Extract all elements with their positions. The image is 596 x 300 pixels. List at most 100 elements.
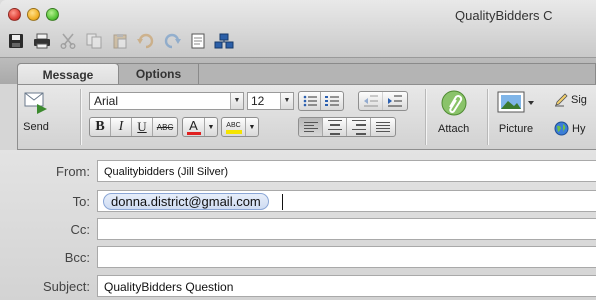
numbered-list-button[interactable] <box>321 92 343 110</box>
globe-icon <box>554 121 569 136</box>
bcc-row: Bcc: <box>0 246 596 270</box>
bcc-label: Bcc: <box>64 250 90 265</box>
from-value: Qualitybidders (Jill Silver) <box>104 166 229 178</box>
attach-button[interactable]: Attach <box>438 89 469 135</box>
print-icon[interactable] <box>32 30 52 52</box>
compose-window: QualityBidders C Message Options Send Ar… <box>0 0 596 300</box>
subject-value: QualityBidders Question <box>104 280 234 294</box>
decrease-indent-icon <box>363 95 378 107</box>
document-icon[interactable] <box>188 30 208 52</box>
network-icon[interactable] <box>214 30 234 52</box>
signature-icon <box>555 93 568 107</box>
quick-access-toolbar <box>6 30 234 52</box>
bullet-list-button[interactable] <box>299 92 321 110</box>
close-window-button[interactable] <box>8 8 21 21</box>
send-label: Send <box>23 121 49 133</box>
align-left-icon <box>303 120 318 134</box>
text-style-group: B I U ABC <box>89 117 178 137</box>
cc-field[interactable] <box>97 218 596 240</box>
font-name-dropdown[interactable]: Arial ▼ <box>89 92 244 110</box>
ribbon-divider <box>80 89 81 145</box>
picture-icon <box>497 91 534 113</box>
ribbon-tab-bar: Message Options <box>0 58 596 85</box>
increase-indent-button[interactable] <box>383 92 407 110</box>
indent-group <box>358 91 408 111</box>
strikethrough-button[interactable]: ABC <box>153 118 177 136</box>
to-label: To: <box>72 194 90 209</box>
font-color-menu-button[interactable]: ▼ <box>205 118 217 136</box>
decrease-indent-button[interactable] <box>359 92 383 110</box>
subject-label: Subject: <box>43 279 90 294</box>
font-color-swatch <box>186 131 201 135</box>
text-cursor <box>282 194 283 210</box>
alignment-group <box>298 117 396 137</box>
minimize-window-button[interactable] <box>27 8 40 21</box>
list-format-group <box>298 91 344 111</box>
chevron-down-icon: ▼ <box>230 93 243 109</box>
hyperlink-label: Hy <box>572 122 586 135</box>
subject-row: Subject: QualityBidders Question <box>0 275 596 299</box>
highlight-button[interactable]: ABC <box>222 118 246 136</box>
message-header-fields: From: Qualitybidders (Jill Silver) To: d… <box>0 150 596 300</box>
signature-label: Sig <box>571 94 587 106</box>
window-controls <box>8 8 59 21</box>
bold-button[interactable]: B <box>90 118 111 136</box>
subject-field[interactable]: QualityBidders Question <box>97 275 596 297</box>
signature-button[interactable]: Sig <box>554 93 587 107</box>
paste-icon[interactable] <box>110 30 130 52</box>
font-name-value: Arial <box>94 94 119 108</box>
from-label: From: <box>56 164 90 179</box>
italic-button[interactable]: I <box>111 118 132 136</box>
attach-label: Attach <box>438 123 470 135</box>
align-right-button[interactable] <box>347 118 371 136</box>
cc-row: Cc: <box>0 218 596 242</box>
font-color-letter: A <box>189 117 198 133</box>
align-right-icon <box>351 118 366 136</box>
justify-icon <box>376 120 390 134</box>
redo-icon[interactable] <box>162 30 182 52</box>
highlight-swatch <box>225 129 242 134</box>
font-size-dropdown[interactable]: 12 ▼ <box>247 92 294 110</box>
align-center-button[interactable] <box>323 118 347 136</box>
bullet-list-icon <box>303 95 317 107</box>
ribbon-panel: Send Arial ▼ 12 ▼ B I U ABC A ▼ ABC ▼ At… <box>17 84 596 150</box>
undo-icon[interactable] <box>136 30 156 52</box>
highlight-letters: ABC <box>226 121 241 129</box>
picture-label: Picture <box>498 123 534 135</box>
ribbon-tab-strip: Message Options <box>17 63 596 85</box>
align-center-icon <box>327 118 342 136</box>
hyperlink-button[interactable]: Hy <box>554 121 585 136</box>
send-icon <box>24 92 47 114</box>
from-field[interactable]: Qualitybidders (Jill Silver) <box>97 160 596 182</box>
increase-indent-icon <box>388 95 402 107</box>
ribbon-divider <box>487 89 488 145</box>
font-size-value: 12 <box>251 94 265 108</box>
save-icon[interactable] <box>6 30 26 52</box>
underline-button[interactable]: U <box>132 118 153 136</box>
highlight-group: ABC ▼ <box>221 117 259 137</box>
recipient-token[interactable]: donna.district@gmail.com <box>103 193 269 210</box>
bcc-field[interactable] <box>97 246 596 268</box>
title-bar: QualityBidders C <box>0 0 596 58</box>
send-button[interactable]: Send <box>23 89 49 133</box>
to-field[interactable]: donna.district@gmail.com <box>97 190 596 212</box>
copy-icon[interactable] <box>84 30 104 52</box>
cut-icon[interactable] <box>58 30 78 52</box>
tab-options[interactable]: Options <box>119 63 199 85</box>
font-color-group: A ▼ <box>182 117 218 137</box>
paperclip-icon <box>441 90 467 116</box>
align-left-button[interactable] <box>299 118 323 136</box>
chevron-down-icon: ▼ <box>280 93 293 109</box>
font-color-button[interactable]: A <box>183 118 205 136</box>
to-row: To: donna.district@gmail.com <box>0 190 596 214</box>
zoom-window-button[interactable] <box>46 8 59 21</box>
from-row: From: Qualitybidders (Jill Silver) <box>0 160 596 184</box>
tab-message[interactable]: Message <box>17 63 119 85</box>
justify-button[interactable] <box>371 118 395 136</box>
window-title: QualityBidders C <box>455 8 553 23</box>
highlight-menu-button[interactable]: ▼ <box>246 118 258 136</box>
cc-label: Cc: <box>70 222 91 237</box>
numbered-list-icon <box>325 96 339 106</box>
ribbon-divider <box>425 89 426 145</box>
picture-button[interactable]: Picture <box>496 89 536 135</box>
